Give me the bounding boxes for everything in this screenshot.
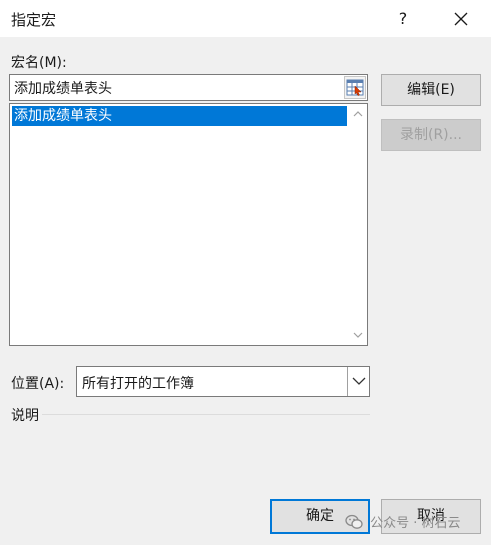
dialog-title: 指定宏 xyxy=(11,11,57,29)
vertical-scrollbar[interactable] xyxy=(349,104,367,345)
close-button[interactable] xyxy=(446,6,476,32)
macro-name-field xyxy=(9,74,368,101)
sheet-picker-icon xyxy=(346,79,364,96)
description-label: 说明 xyxy=(11,408,39,424)
watermark: 公众号 · 树石云 xyxy=(345,512,461,531)
sheet-picker-button[interactable] xyxy=(344,76,366,99)
scroll-up-icon[interactable] xyxy=(353,110,363,118)
macro-name-input[interactable] xyxy=(10,75,344,100)
close-icon xyxy=(454,12,468,26)
chevron-down-icon xyxy=(352,377,366,385)
macro-list[interactable]: 添加成绩单表头 xyxy=(9,103,368,346)
scroll-down-icon[interactable] xyxy=(353,331,363,339)
description-divider xyxy=(42,414,370,415)
edit-button[interactable]: 编辑(E) xyxy=(381,74,481,106)
location-select[interactable]: 所有打开的工作簿 xyxy=(76,366,370,397)
location-label: 位置(A): xyxy=(11,376,65,392)
watermark-text: 公众号 · 树石云 xyxy=(370,516,461,531)
wechat-icon xyxy=(345,514,363,529)
list-item[interactable]: 添加成绩单表头 xyxy=(12,106,347,126)
help-button[interactable]: ? xyxy=(388,6,418,32)
title-bar: 指定宏 ? xyxy=(0,0,491,37)
macro-name-label: 宏名(M): xyxy=(11,55,67,71)
location-value: 所有打开的工作簿 xyxy=(82,376,194,392)
location-dropdown-button[interactable] xyxy=(347,367,369,396)
record-button: 录制(R)... xyxy=(381,119,481,151)
